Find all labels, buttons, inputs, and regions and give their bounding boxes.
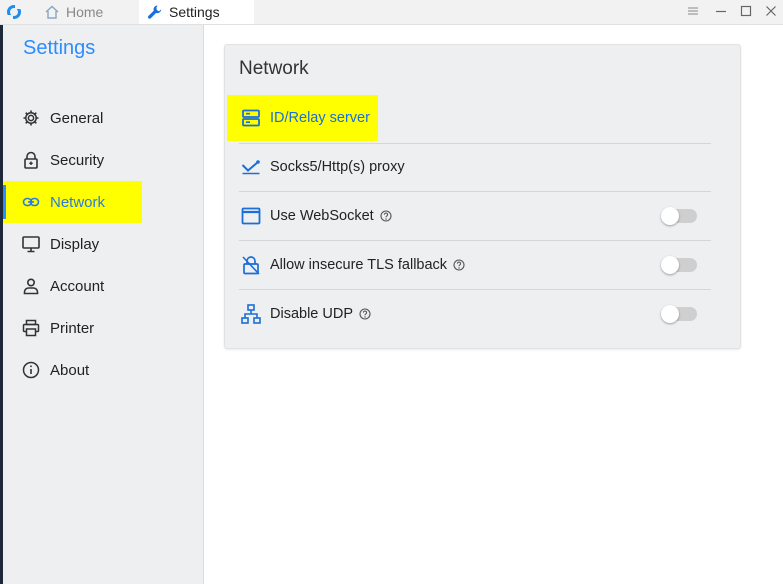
- sidebar-item-about[interactable]: About: [3, 349, 89, 391]
- row-label: Socks5/Http(s) proxy: [270, 159, 405, 175]
- lock-icon: [24, 151, 38, 169]
- toggle-knob: [661, 256, 679, 274]
- sidebar-item-general[interactable]: General: [3, 97, 103, 139]
- toggle-knob: [661, 305, 679, 323]
- sidebar-item-label: Network: [50, 193, 106, 211]
- row-label: Use WebSocket: [270, 208, 374, 224]
- close-icon[interactable]: [764, 4, 778, 18]
- help-icon[interactable]: [380, 210, 392, 222]
- toggle-knob: [661, 207, 679, 225]
- sidebar-item-label: Printer: [50, 319, 95, 337]
- network-settings-card: Network ID/Relay server Socks5/Http(s) p…: [224, 44, 741, 349]
- sidebar-item-display[interactable]: Display: [3, 223, 99, 265]
- gear-icon: [23, 110, 39, 126]
- title-bar: Home Settings: [0, 0, 783, 25]
- wrench-icon: [148, 5, 162, 19]
- tab-home-label: Home: [66, 4, 104, 20]
- help-icon[interactable]: [453, 259, 465, 271]
- network-tree-icon: [241, 304, 261, 324]
- monitor-icon: [22, 236, 40, 253]
- person-icon: [23, 278, 39, 295]
- unlock-icon: [242, 256, 260, 275]
- disable-udp-toggle[interactable]: [661, 305, 697, 323]
- sidebar-item-label: Display: [50, 235, 100, 253]
- row-use-websocket[interactable]: Use WebSocket: [239, 192, 711, 241]
- printer-icon: [22, 319, 40, 337]
- row-id-relay-server[interactable]: ID/Relay server: [227, 95, 378, 141]
- row-label: ID/Relay server: [270, 110, 370, 126]
- menu-icon[interactable]: [686, 4, 700, 18]
- proxy-icon: [241, 160, 260, 175]
- info-icon: [22, 361, 40, 379]
- card-title: Network: [239, 58, 309, 79]
- sidebar-item-account[interactable]: Account: [3, 265, 104, 307]
- tab-home[interactable]: Home: [44, 0, 103, 24]
- sidebar-title: Settings: [23, 37, 96, 59]
- row-label: Allow insecure TLS fallback: [270, 257, 448, 273]
- tab-settings[interactable]: Settings: [139, 0, 254, 24]
- row-socks5-proxy[interactable]: Socks5/Http(s) proxy: [239, 143, 711, 192]
- sidebar-item-label: General: [50, 109, 104, 127]
- tab-settings-label: Settings: [169, 4, 220, 20]
- websocket-toggle[interactable]: [661, 207, 697, 225]
- sidebar-item-security[interactable]: Security: [3, 139, 104, 181]
- maximize-icon[interactable]: [739, 4, 753, 18]
- row-allow-insecure-tls[interactable]: Allow insecure TLS fallback: [239, 241, 711, 290]
- sidebar-item-label: Account: [50, 277, 105, 295]
- insecure-tls-toggle[interactable]: [661, 256, 697, 274]
- link-icon: [22, 197, 40, 207]
- help-icon[interactable]: [359, 308, 371, 320]
- row-disable-udp[interactable]: Disable UDP: [239, 290, 711, 338]
- minimize-icon[interactable]: [714, 4, 728, 18]
- sidebar-item-network[interactable]: Network: [3, 181, 142, 223]
- window-icon: [241, 207, 261, 225]
- sidebar-item-printer[interactable]: Printer: [3, 307, 94, 349]
- row-label: Disable UDP: [270, 306, 353, 322]
- home-icon: [45, 5, 59, 19]
- server-icon: [242, 109, 260, 127]
- sidebar-item-label: About: [50, 361, 90, 379]
- sidebar-item-label: Security: [50, 151, 105, 169]
- sidebar: Settings General Security Network Displa…: [3, 25, 204, 584]
- app-logo-icon: [6, 4, 22, 20]
